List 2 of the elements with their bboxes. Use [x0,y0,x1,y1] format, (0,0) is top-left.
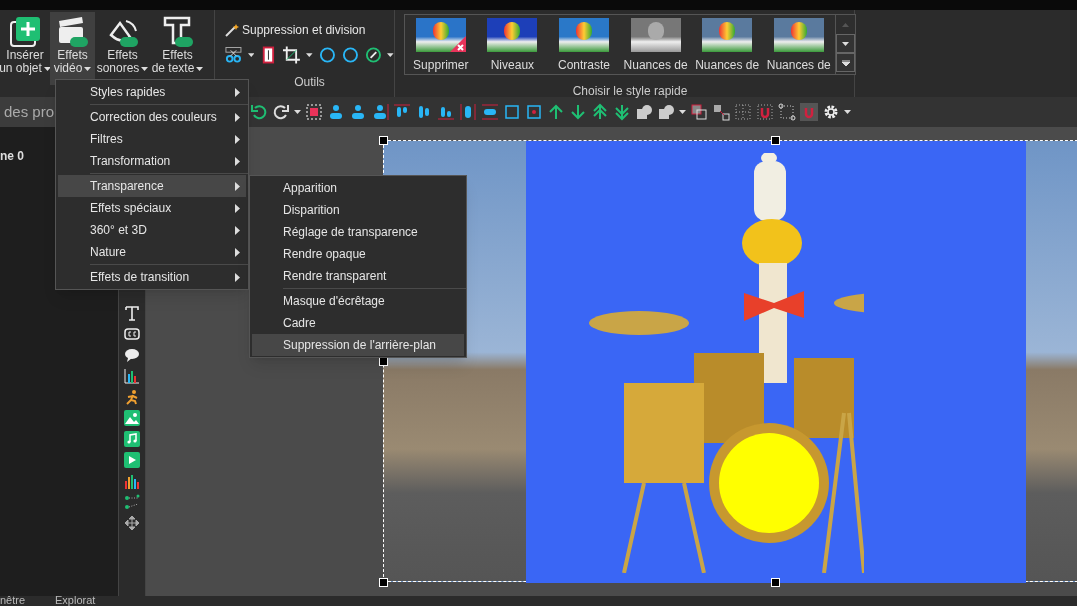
group-label: Outils [293,74,326,91]
group-label: Choisir le style rapide [571,83,689,100]
